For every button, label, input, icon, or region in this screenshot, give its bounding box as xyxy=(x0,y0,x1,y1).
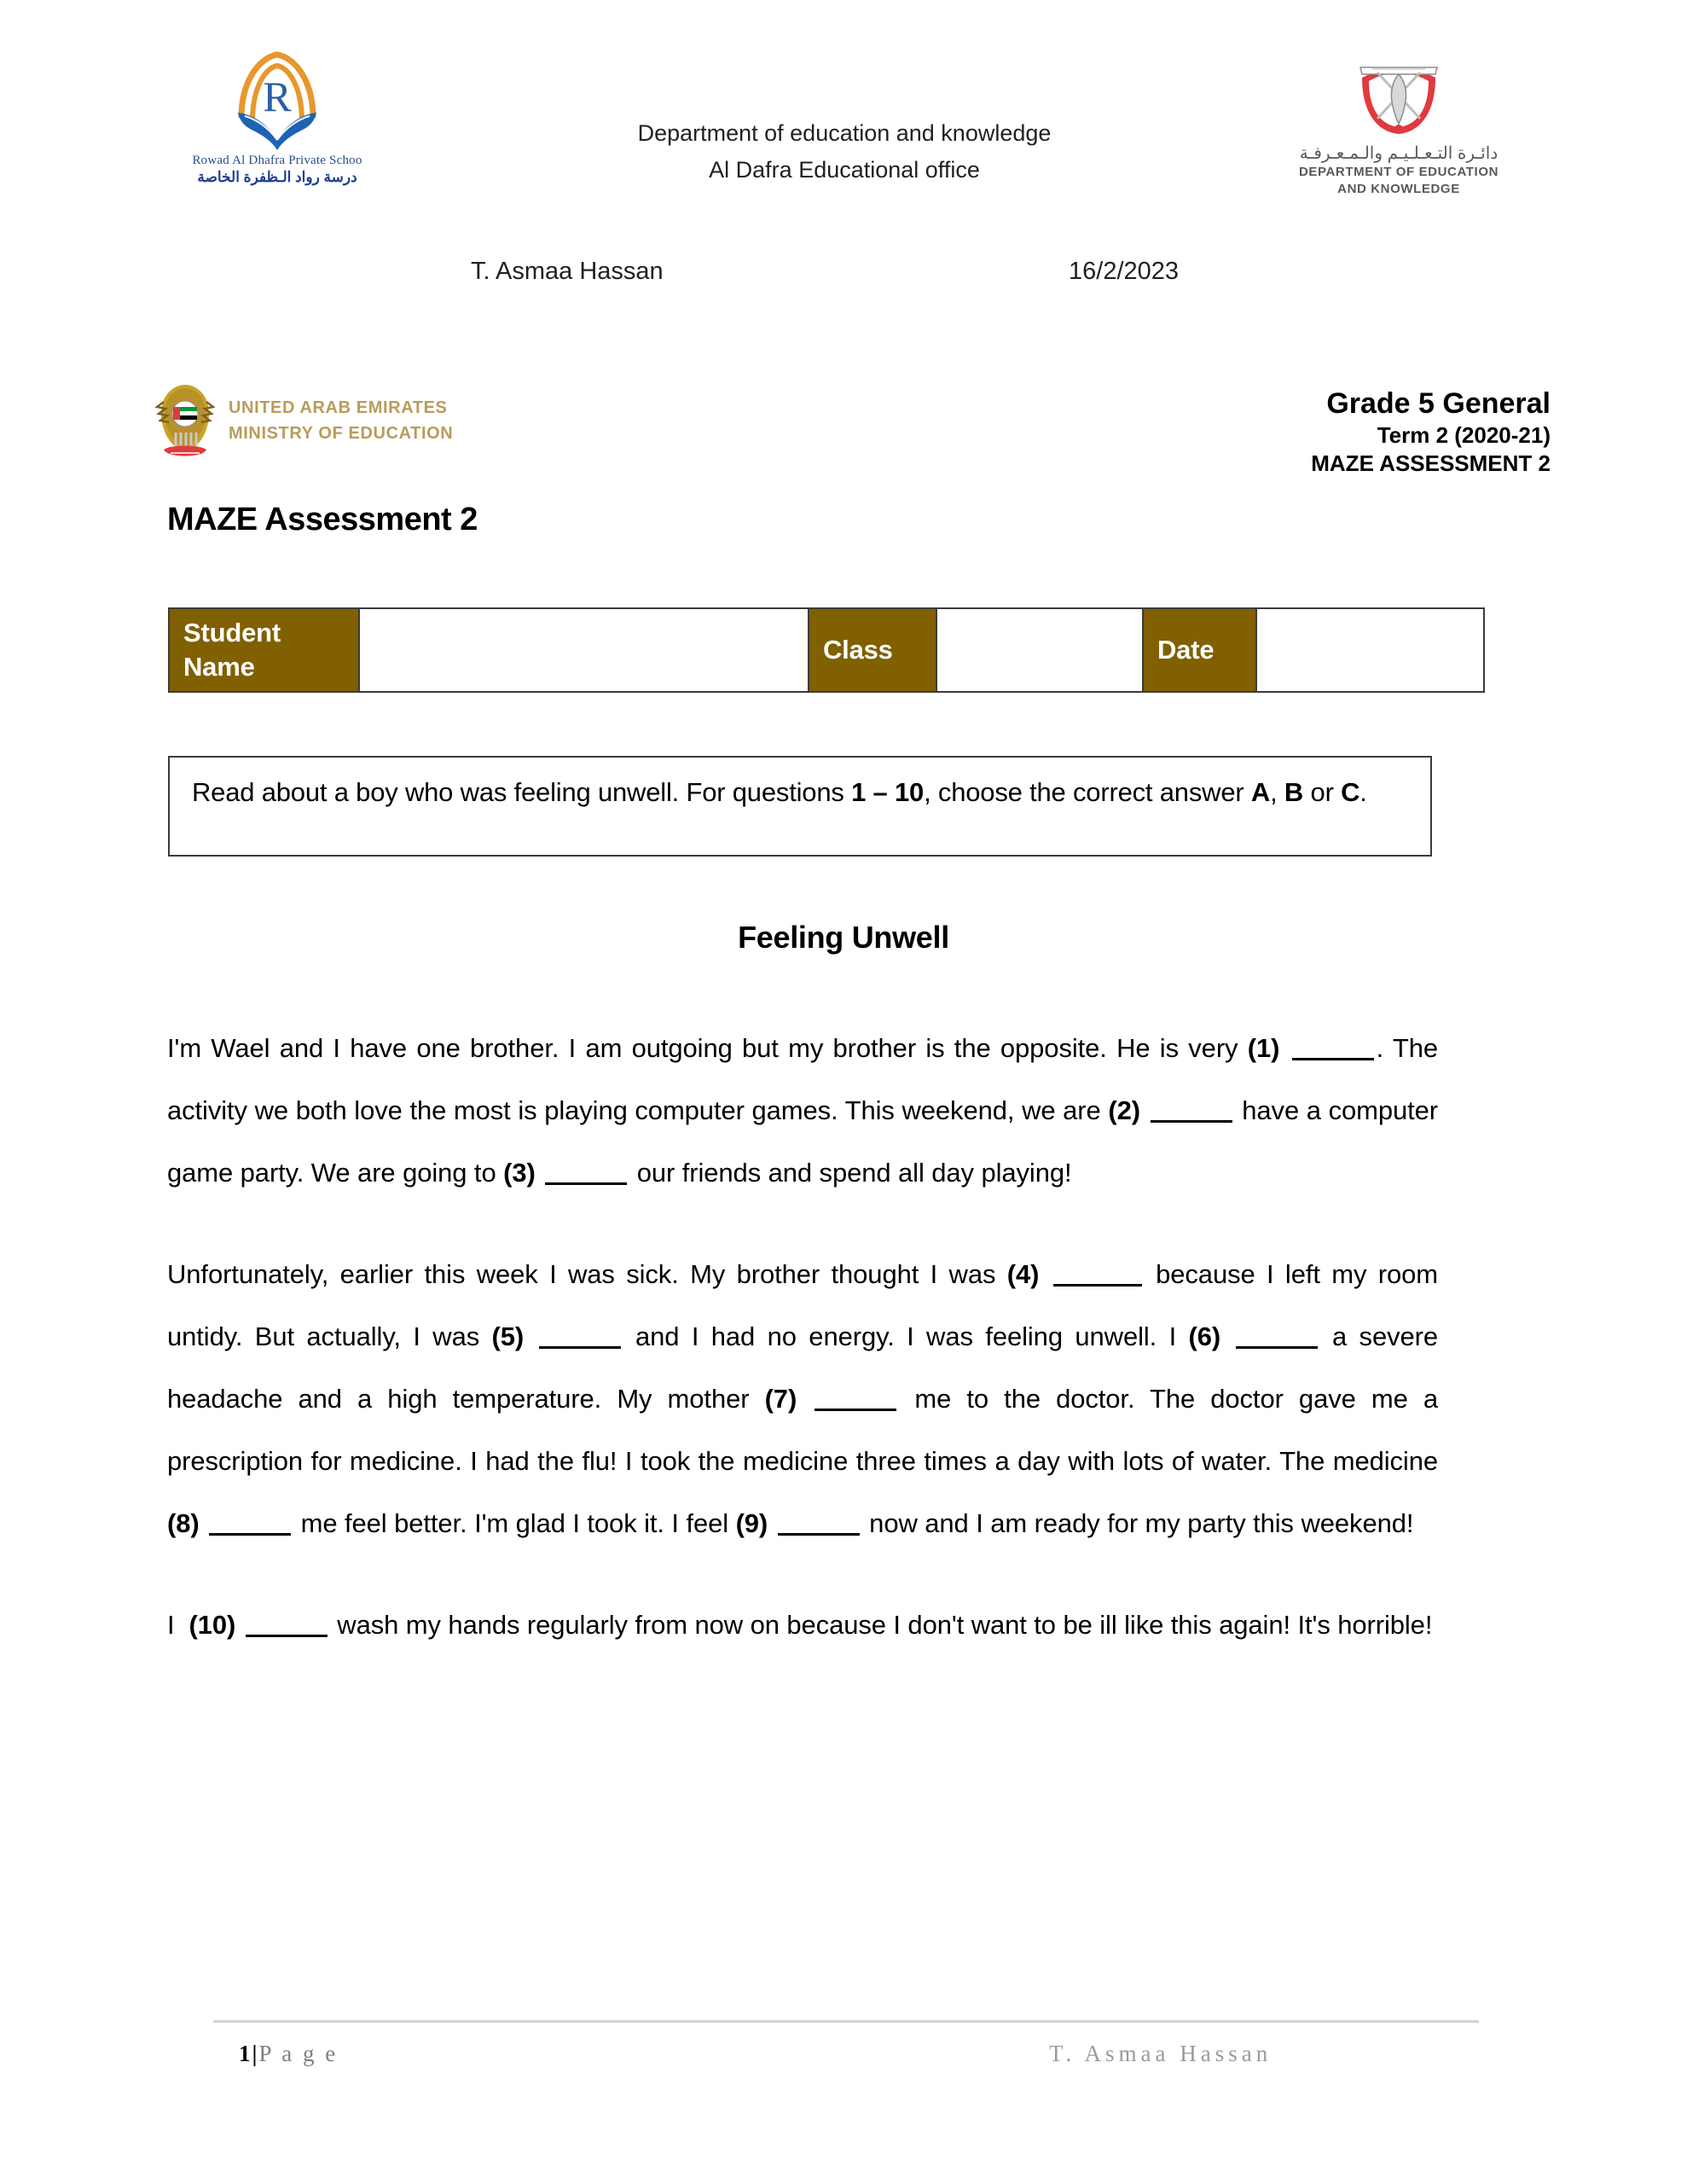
question-8-number: (8) xyxy=(167,1508,200,1538)
question-1-blank[interactable] xyxy=(1291,1058,1374,1060)
p2-text-3: and I had no energy. I was feeling unwel… xyxy=(623,1321,1189,1351)
question-3-number: (3) xyxy=(503,1158,536,1188)
reading-passage: I'm Wael and I have one brother. I am ou… xyxy=(167,1017,1438,1695)
question-2-number: (2) xyxy=(1108,1095,1140,1125)
p1-text-1: I'm Wael and I have one brother. I am ou… xyxy=(167,1033,1248,1063)
question-3-blank[interactable] xyxy=(545,1182,628,1185)
ministry-banner-row: UNITED ARAB EMIRATES MINISTRY OF EDUCATI… xyxy=(0,375,1687,486)
school-name-en: Rowad Al Dhafra Private Schoo xyxy=(192,154,362,167)
question-7-blank[interactable] xyxy=(815,1409,897,1411)
school-name-ar: درسة رواد الـظفرة الخاصة xyxy=(197,169,357,185)
instructions-part-2: , choose the correct answer xyxy=(924,777,1251,807)
meta-row: T. Asmaa Hassan 16/2/2023 xyxy=(0,258,1687,295)
question-7-number: (7) xyxy=(764,1384,797,1414)
moe-logo: UNITED ARAB EMIRATES MINISTRY OF EDUCATI… xyxy=(154,380,453,462)
doek-english-line-1: DEPARTMENT OF EDUCATION xyxy=(1298,165,1499,179)
question-10-number: (10) xyxy=(188,1610,236,1640)
document-header: R Rowad Al Dhafra Private Schoo درسة روا… xyxy=(0,34,1687,213)
grade-level: Grade 5 General xyxy=(1326,387,1551,420)
document-page: R Rowad Al Dhafra Private Schoo درسة روا… xyxy=(0,0,1687,2184)
doek-english-line-2: AND KNOWLEDGE xyxy=(1337,182,1460,196)
instructions-sep-2: or xyxy=(1303,777,1342,807)
moe-line-1: UNITED ARAB EMIRATES xyxy=(229,398,448,417)
student-info-table: Student Name Class Date xyxy=(168,607,1485,693)
grade-info-block: Grade 5 General Term 2 (2020-21) MAZE AS… xyxy=(1311,386,1551,478)
instructions-part-1: Read about a boy who was feeling unwell.… xyxy=(192,777,852,807)
p2-text-6: me feel better. I'm glad I took it. I fe… xyxy=(293,1508,736,1538)
teacher-name: T. Asmaa Hassan xyxy=(471,258,664,285)
option-b-label: B xyxy=(1284,777,1304,807)
p3-text-2: wash my hands regularly from now on beca… xyxy=(329,1610,1433,1640)
table-row: Student Name Class Date xyxy=(168,607,1485,693)
footer-page-word: P a g e xyxy=(258,2041,339,2066)
instructions-sep-1: , xyxy=(1270,777,1284,807)
department-line-2: Al Dafra Educational office xyxy=(709,157,980,183)
class-label: Class xyxy=(808,607,937,693)
school-logo: R Rowad Al Dhafra Private Schoo درسة روا… xyxy=(192,51,362,186)
question-9-blank[interactable] xyxy=(777,1533,860,1536)
uae-falcon-icon xyxy=(154,380,216,462)
question-5-blank[interactable] xyxy=(538,1346,621,1349)
department-heading: Department of education and knowledge Al… xyxy=(478,115,1211,189)
footer-page-number: 1 xyxy=(239,2041,251,2066)
student-name-field[interactable] xyxy=(358,607,809,693)
footer-page-indicator: 1|P a g e xyxy=(239,2041,338,2067)
reading-passage-title: Feeling Unwell xyxy=(738,920,949,955)
passage-paragraph-2: Unfortunately, earlier this week I was s… xyxy=(167,1243,1438,1554)
p2-text-1: Unfortunately, earlier this week I was s… xyxy=(167,1259,1007,1289)
student-name-label: Student Name xyxy=(168,607,360,693)
question-range: 1 – 10 xyxy=(851,777,925,807)
option-c-label: C xyxy=(1341,777,1360,807)
question-9-number: (9) xyxy=(735,1508,768,1538)
question-6-number: (6) xyxy=(1188,1321,1221,1351)
moe-text: UNITED ARAB EMIRATES MINISTRY OF EDUCATI… xyxy=(229,395,453,446)
question-4-number: (4) xyxy=(1006,1259,1040,1289)
assessment-date: 16/2/2023 xyxy=(1069,258,1180,285)
instructions-box: Read about a boy who was feeling unwell.… xyxy=(168,756,1432,857)
date-label: Date xyxy=(1142,607,1257,693)
instructions-end: . xyxy=(1359,777,1367,807)
doek-crest-icon xyxy=(1343,55,1454,137)
option-a-label: A xyxy=(1250,777,1271,807)
p1-text-4: our friends and spend all day playing! xyxy=(629,1158,1072,1188)
date-field[interactable] xyxy=(1255,607,1485,693)
p2-text-7: now and I am ready for my party this wee… xyxy=(861,1508,1414,1538)
footer-separator: | xyxy=(252,2041,258,2066)
question-5-number: (5) xyxy=(491,1321,525,1351)
question-8-blank[interactable] xyxy=(209,1533,292,1536)
p3-text-1: I xyxy=(167,1610,183,1640)
footer-divider xyxy=(213,2020,1479,2023)
doek-arabic-name: دائـرة التـعـلـيـم والـمـعـرفـة xyxy=(1299,144,1499,163)
moe-line-2: MINISTRY OF EDUCATION xyxy=(229,424,454,443)
question-10-blank[interactable] xyxy=(245,1635,328,1637)
question-6-blank[interactable] xyxy=(1235,1346,1318,1349)
footer-teacher-name: T. Asmaa Hassan xyxy=(1049,2041,1272,2066)
question-2-blank[interactable] xyxy=(1150,1120,1232,1123)
department-line-1: Department of education and knowledge xyxy=(637,120,1052,146)
doek-logo: دائـرة التـعـلـيـم والـمـعـرفـة DEPARTME… xyxy=(1271,55,1527,198)
school-emblem-icon: R xyxy=(226,51,328,152)
passage-paragraph-3: I (10) wash my hands regularly from now … xyxy=(167,1594,1438,1656)
svg-text:R: R xyxy=(263,73,292,120)
assessment-label: MAZE ASSESSMENT 2 xyxy=(1311,450,1551,476)
question-1-number: (1) xyxy=(1247,1033,1280,1063)
term-label: Term 2 (2020-21) xyxy=(1377,422,1551,448)
passage-paragraph-1: I'm Wael and I have one brother. I am ou… xyxy=(167,1017,1438,1204)
class-field[interactable] xyxy=(936,607,1144,693)
question-4-blank[interactable] xyxy=(1052,1284,1142,1287)
page-title: MAZE Assessment 2 xyxy=(167,502,478,537)
